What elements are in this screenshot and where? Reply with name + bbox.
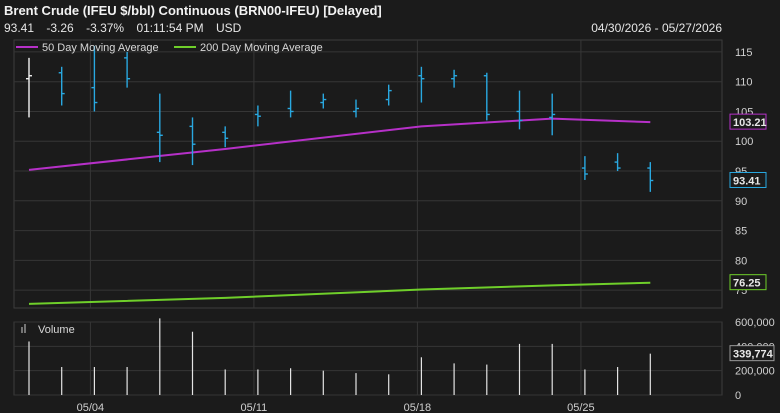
y-tick-label: 80 (735, 255, 747, 267)
ohlc-bar (287, 90, 294, 118)
ohlc-bar (418, 66, 425, 103)
ohlc-bar (254, 105, 261, 127)
ohlc-bar (516, 90, 523, 130)
ma50-value-badge: 103.21 (729, 113, 767, 130)
ma200-legend-label: 200 Day Moving Average (200, 42, 323, 54)
x-tick-label: 05/04 (77, 402, 105, 413)
ohlc-bar (222, 126, 229, 148)
price-volume-chart: 758085909510010511011505/0405/1105/1805/… (13, 39, 775, 413)
ma200-line (28, 281, 651, 305)
volume-value-badge: 339,774 (729, 345, 775, 362)
ohlc-bar (581, 156, 588, 180)
volume-panel-border (13, 321, 723, 396)
volume-value-text: 339,774 (733, 349, 774, 361)
volume-tick-label: 200,000 (735, 366, 775, 378)
ohlc-bar (549, 93, 556, 136)
ma200-value-badge: 76.25 (729, 274, 767, 291)
ohlc-bar (124, 51, 131, 88)
x-tick-label: 05/11 (241, 402, 268, 413)
ohlc-bar (647, 162, 654, 192)
price-panel-border (13, 39, 723, 309)
ohlc-bar (353, 99, 359, 118)
ohlc-bar (614, 153, 621, 172)
ohlc-bar (58, 66, 65, 106)
ohlc-bar (320, 93, 327, 109)
volume-tick-label: 600,000 (735, 317, 775, 329)
last-price-badge-text: 93.41 (733, 175, 761, 187)
y-tick-label: 100 (735, 136, 753, 148)
y-tick-label: 115 (735, 47, 753, 59)
x-tick-label: 05/25 (567, 402, 595, 413)
ma50-line (28, 117, 651, 171)
volume-tick-label: 0 (735, 390, 741, 402)
y-tick-label: 90 (735, 196, 747, 208)
ohlc-bar (156, 93, 163, 163)
x-tick-label: 05/18 (404, 402, 432, 413)
ohlc-bar (91, 45, 98, 112)
last-price-badge: 93.41 (729, 171, 767, 188)
ma50-legend-label: 50 Day Moving Average (42, 42, 159, 54)
volume-label: Volume (38, 324, 75, 336)
ohlc-bar (483, 72, 490, 121)
ma200-value-badge-text: 76.25 (733, 278, 761, 290)
y-tick-label: 85 (735, 226, 747, 238)
y-tick-label: 110 (735, 77, 753, 89)
ohlc-bar (385, 84, 392, 106)
ohlc-bar (451, 69, 458, 88)
ohlc-bar (26, 57, 32, 118)
volume-panel-label: Volume (21, 324, 75, 336)
ma50-value-badge-text: 103.21 (733, 117, 767, 129)
